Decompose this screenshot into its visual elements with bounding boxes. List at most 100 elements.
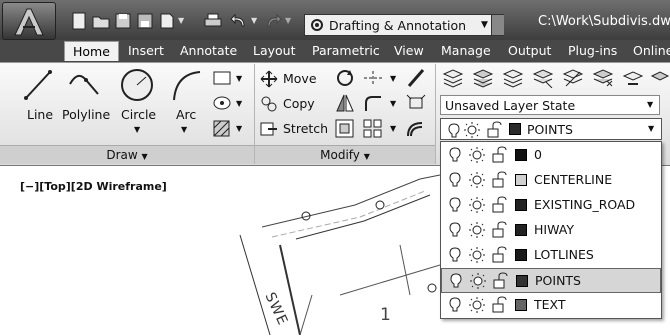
gradient-icon[interactable] — [211, 118, 233, 138]
layer-list-item[interactable]: 0 — [441, 143, 661, 168]
tab-view[interactable]: View — [394, 43, 424, 62]
layer-color-swatch[interactable] — [515, 299, 527, 311]
layer-off-icon[interactable] — [592, 68, 614, 88]
save-as-icon[interactable] — [136, 12, 154, 30]
circle-icon[interactable] — [118, 66, 156, 104]
array-dropdown-arrow[interactable]: ▼ — [390, 124, 396, 133]
tab-home[interactable]: Home — [64, 41, 119, 61]
trim-icon[interactable] — [362, 68, 384, 88]
tab-online[interactable]: Online — [633, 43, 670, 62]
layer-dropdown[interactable]: POINTS ▼ — [440, 118, 662, 140]
layer-list-item[interactable]: LOTLINES — [441, 243, 661, 268]
layer-color-swatch[interactable] — [515, 199, 527, 211]
save-icon[interactable] — [114, 12, 132, 30]
ellipse-dropdown-arrow[interactable]: ▼ — [236, 99, 242, 108]
erase-icon[interactable] — [405, 68, 427, 88]
layer-status-icons — [449, 246, 507, 263]
polyline-icon[interactable] — [66, 66, 102, 104]
plot-icon[interactable] — [158, 12, 176, 30]
qa-dropdown-arrow[interactable]: ▼ — [178, 16, 184, 25]
hatch-icon[interactable] — [211, 93, 233, 113]
rectangle-icon[interactable] — [211, 68, 233, 88]
fillet-dropdown-arrow[interactable]: ▼ — [390, 99, 396, 108]
chevron-down-icon[interactable]: ▼ — [481, 20, 488, 30]
layer-status-icons — [449, 171, 507, 188]
layer-isolate-icon[interactable] — [502, 68, 524, 88]
viewport-controls[interactable]: [−][Top][2D Wireframe] — [20, 180, 167, 193]
tab-parametric[interactable]: Parametric — [312, 43, 380, 62]
stretch-icon[interactable] — [260, 120, 278, 138]
copy-button-label[interactable]: Copy — [283, 96, 315, 111]
layer-status-icons — [449, 296, 507, 313]
move-icon[interactable] — [260, 70, 278, 88]
tab-manage[interactable]: Manage — [441, 43, 491, 62]
layer-match-icon[interactable] — [622, 68, 644, 88]
application-menu-button[interactable] — [2, 2, 56, 40]
draw-panel-title[interactable]: Draw ▼ — [0, 145, 254, 164]
layer-color-swatch[interactable] — [516, 275, 528, 287]
layer-name: LOTLINES — [534, 247, 594, 262]
undo-dropdown-arrow[interactable]: ▼ — [251, 16, 257, 25]
tab-insert[interactable]: Insert — [128, 43, 164, 62]
layer-list-item[interactable]: EXISTING_ROAD — [441, 193, 661, 218]
redo-icon[interactable] — [264, 12, 282, 30]
redo-dropdown-arrow[interactable]: ▼ — [285, 16, 291, 25]
open-file-icon[interactable] — [92, 12, 110, 30]
tab-layout[interactable]: Layout — [253, 43, 296, 62]
layer-status-icons — [448, 121, 502, 138]
tab-plugins[interactable]: Plug-ins — [568, 43, 617, 62]
mirror-icon[interactable] — [334, 93, 356, 113]
layer-list-item[interactable]: HIWAY — [441, 218, 661, 243]
gear-icon — [311, 19, 323, 31]
polyline-button-label[interactable]: Polyline — [62, 107, 110, 122]
rotate-icon[interactable] — [334, 68, 356, 88]
current-layer-color-swatch — [509, 123, 521, 135]
circle-dropdown-arrow[interactable]: ▼ — [134, 125, 140, 134]
new-file-icon[interactable] — [70, 12, 88, 30]
offset-icon[interactable] — [405, 118, 427, 138]
chevron-down-icon[interactable]: ▼ — [647, 100, 653, 109]
scale-icon[interactable] — [334, 118, 356, 138]
layer-status-icons — [450, 272, 508, 289]
layer-color-swatch[interactable] — [515, 224, 527, 236]
copy-icon[interactable] — [260, 95, 278, 113]
layer-name: EXISTING_ROAD — [534, 197, 636, 212]
autocad-logo-icon — [14, 8, 44, 36]
layer-list-item[interactable]: TEXT — [441, 293, 661, 318]
layer-name: 0 — [534, 147, 542, 162]
layer-unisolate-icon[interactable] — [532, 68, 554, 88]
layer-color-swatch[interactable] — [515, 149, 527, 161]
layer-properties-icon[interactable] — [442, 68, 464, 88]
undo-icon[interactable] — [230, 12, 248, 30]
print-icon[interactable] — [204, 12, 222, 30]
layer-name: CENTERLINE — [534, 172, 613, 187]
layer-freeze-icon[interactable] — [562, 68, 584, 88]
chevron-down-icon[interactable]: ▼ — [648, 124, 654, 133]
trim-dropdown-arrow[interactable]: ▼ — [390, 74, 396, 83]
explode-icon[interactable] — [405, 93, 427, 113]
stretch-button-label[interactable]: Stretch — [283, 121, 328, 136]
layer-walk-icon[interactable] — [650, 68, 670, 88]
layer-list-item[interactable]: CENTERLINE — [441, 168, 661, 193]
modify-panel-title[interactable]: Modify ▼ — [255, 145, 435, 164]
array-icon[interactable] — [362, 118, 384, 138]
workspace-menu-button[interactable] — [491, 15, 504, 35]
circle-button-label[interactable]: Circle — [121, 107, 156, 122]
workspace-selector[interactable]: Drafting & Annotation ▼ — [304, 14, 504, 36]
arc-button-label[interactable]: Arc — [176, 107, 196, 122]
tab-annotate[interactable]: Annotate — [180, 43, 237, 62]
hatch-dropdown-arrow[interactable]: ▼ — [236, 124, 242, 133]
layer-state-dropdown[interactable]: Unsaved Layer State ▼ — [440, 95, 660, 115]
tab-output[interactable]: Output — [508, 43, 551, 62]
fillet-icon[interactable] — [362, 93, 384, 113]
arc-icon[interactable] — [168, 66, 204, 104]
layer-color-swatch[interactable] — [515, 174, 527, 186]
rectangle-dropdown-arrow[interactable]: ▼ — [236, 74, 242, 83]
line-icon[interactable] — [20, 66, 56, 104]
layer-state-icon[interactable] — [472, 68, 494, 88]
line-button-label[interactable]: Line — [27, 107, 53, 122]
layer-list-item[interactable]: POINTS — [441, 268, 661, 293]
arc-dropdown-arrow[interactable]: ▼ — [181, 125, 187, 134]
move-button-label[interactable]: Move — [283, 71, 317, 86]
layer-color-swatch[interactable] — [515, 249, 527, 261]
